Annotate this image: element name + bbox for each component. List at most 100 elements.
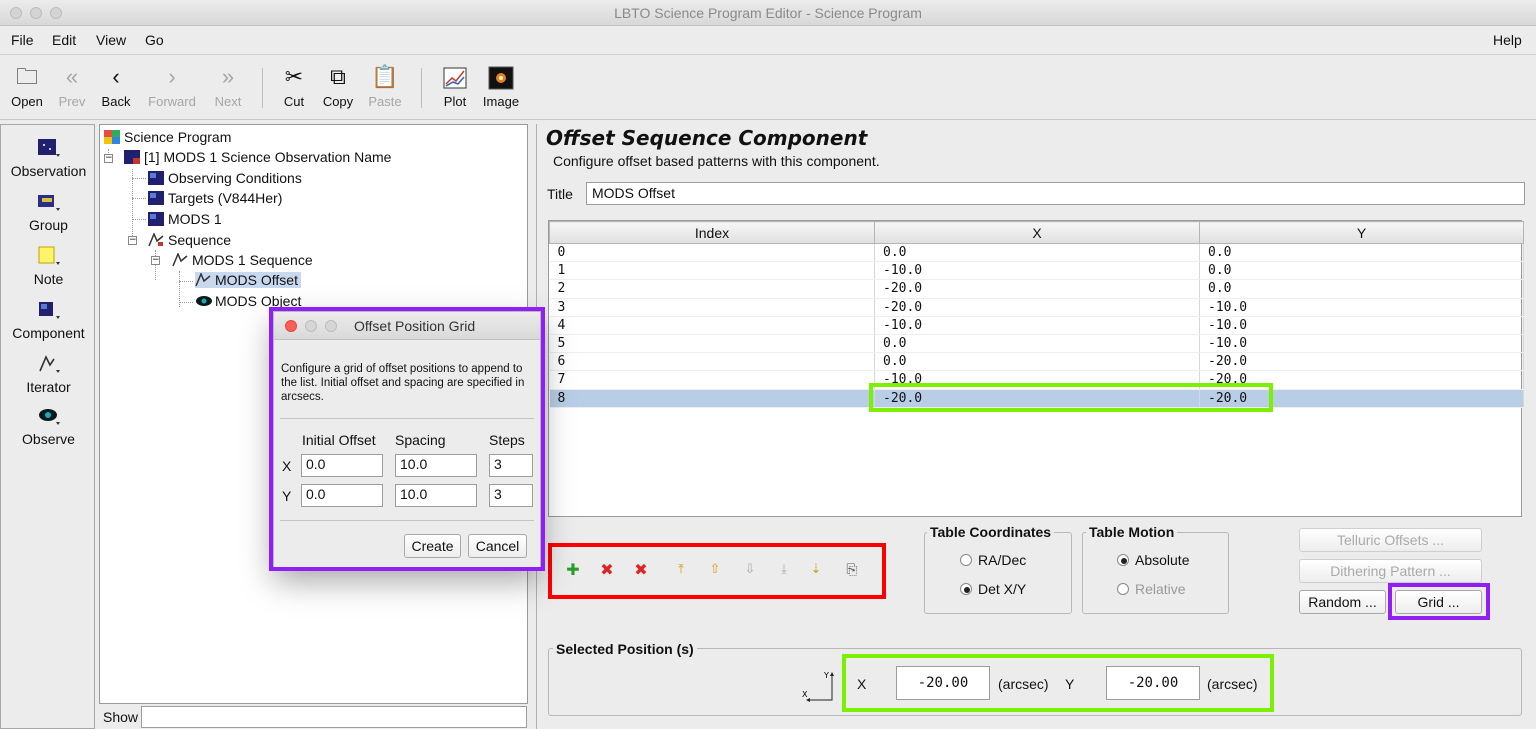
create-button[interactable]: Create <box>404 534 461 558</box>
cut-button[interactable]: ✂ Cut <box>278 60 310 118</box>
absolute-radio[interactable]: Absolute <box>1117 552 1189 568</box>
index-cell[interactable]: 4 <box>549 316 875 335</box>
y-steps-input[interactable]: 3 <box>489 484 533 507</box>
y-cell[interactable]: 0.0 <box>1199 261 1524 281</box>
menu-edit[interactable]: Edit <box>52 32 76 48</box>
table-row[interactable]: 8 -20.0 -20.0 <box>549 389 1524 408</box>
paste-button[interactable]: 📋 Paste <box>364 60 406 118</box>
plot-button[interactable]: Plot <box>438 60 472 118</box>
table-row[interactable]: 1 -10.0 0.0 <box>549 261 1524 281</box>
x-cell[interactable]: -10.0 <box>874 370 1200 390</box>
menu-file[interactable]: File <box>11 32 34 48</box>
x-steps-input[interactable]: 3 <box>489 454 533 477</box>
x-cell[interactable]: 0.0 <box>874 352 1200 372</box>
y-cell[interactable]: -10.0 <box>1199 334 1524 354</box>
collapse-toggle[interactable]: − <box>128 236 137 245</box>
index-cell[interactable]: 6 <box>549 352 875 372</box>
show-input[interactable] <box>141 706 527 728</box>
menu-go[interactable]: Go <box>145 32 164 48</box>
index-cell[interactable]: 5 <box>549 334 875 354</box>
move-top-icon[interactable]: ⤒ <box>671 559 691 581</box>
y-initial-offset-input[interactable]: 0.0 <box>301 484 383 507</box>
table-row[interactable]: 0 0.0 0.0 <box>549 243 1524 263</box>
palette-note[interactable]: Note <box>1 245 96 287</box>
selected-x-field[interactable]: -20.00 <box>896 666 990 700</box>
tree-node-observation[interactable]: [1] MODS 1 Science Observation Name <box>124 149 391 165</box>
column-header-index[interactable]: Index <box>549 221 875 244</box>
collapse-toggle[interactable]: − <box>104 154 113 163</box>
y-cell[interactable]: -10.0 <box>1199 316 1524 335</box>
y-cell[interactable]: -20.0 <box>1199 352 1524 372</box>
column-header-x[interactable]: X <box>874 221 1200 244</box>
palette-observation[interactable]: Observation <box>1 137 96 179</box>
y-cell[interactable]: -20.0 <box>1199 370 1524 390</box>
table-row[interactable]: 5 0.0 -10.0 <box>549 334 1524 354</box>
collapse-toggle[interactable]: − <box>151 256 160 265</box>
index-cell[interactable]: 7 <box>549 370 875 390</box>
add-row-icon[interactable]: ✚ <box>563 559 583 581</box>
index-cell[interactable]: 1 <box>549 261 875 281</box>
minimize-dialog-icon[interactable] <box>305 320 317 332</box>
y-cell[interactable]: -10.0 <box>1199 298 1524 317</box>
index-cell[interactable]: 0 <box>549 243 875 263</box>
x-cell[interactable]: 0.0 <box>874 243 1200 263</box>
move-up-icon[interactable]: ⇧ <box>705 559 725 581</box>
back-button[interactable]: ‹ Back <box>98 60 134 118</box>
x-cell[interactable]: -20.0 <box>874 279 1200 299</box>
palette-component[interactable]: Component <box>1 299 96 341</box>
tree-node-mods1[interactable]: MODS 1 <box>148 211 222 227</box>
move-bottom-icon[interactable]: ⤓ <box>774 559 794 581</box>
title-input[interactable]: MODS Offset <box>586 182 1525 205</box>
move-to-icon[interactable]: ⇣ <box>806 559 826 581</box>
open-button[interactable]: 🗀 Open <box>6 60 48 118</box>
image-button[interactable]: Image <box>480 60 522 118</box>
y-spacing-input[interactable]: 10.0 <box>395 484 477 507</box>
index-cell[interactable]: 2 <box>549 279 875 299</box>
tree-node-sequence[interactable]: Sequence <box>148 232 231 248</box>
x-cell[interactable]: -10.0 <box>874 316 1200 335</box>
y-cell[interactable]: -20.0 <box>1199 389 1524 408</box>
palette-group[interactable]: Group <box>1 191 96 233</box>
move-down-icon[interactable]: ⇩ <box>740 559 760 581</box>
det-xy-radio[interactable]: Det X/Y <box>960 581 1026 597</box>
delete-row-icon[interactable]: ✖ <box>597 559 617 581</box>
telluric-offsets-button[interactable]: Telluric Offsets ... <box>1299 528 1482 552</box>
x-cell[interactable]: -20.0 <box>874 389 1200 408</box>
y-cell[interactable]: 0.0 <box>1199 243 1524 263</box>
menu-view[interactable]: View <box>96 32 126 48</box>
tree-node-science-program[interactable]: Science Program <box>104 129 231 145</box>
random-button[interactable]: Random ... <box>1299 590 1386 614</box>
menu-help[interactable]: Help <box>1493 32 1522 48</box>
index-cell[interactable]: 3 <box>549 298 875 317</box>
table-row[interactable]: 4 -10.0 -10.0 <box>549 316 1524 335</box>
table-row[interactable]: 2 -20.0 0.0 <box>549 279 1524 299</box>
table-row[interactable]: 7 -10.0 -20.0 <box>549 370 1524 390</box>
x-spacing-input[interactable]: 10.0 <box>395 454 477 477</box>
palette-observe[interactable]: Observe <box>1 405 96 447</box>
index-cell[interactable]: 8 <box>549 389 875 408</box>
y-cell[interactable]: 0.0 <box>1199 279 1524 299</box>
relative-radio[interactable]: Relative <box>1117 581 1186 597</box>
dithering-pattern-button[interactable]: Dithering Pattern ... <box>1299 559 1482 583</box>
column-header-y[interactable]: Y <box>1199 221 1524 244</box>
x-cell[interactable]: -20.0 <box>874 298 1200 317</box>
prev-button[interactable]: «Prev <box>52 60 92 118</box>
grid-button[interactable]: Grid ... <box>1395 590 1482 614</box>
x-initial-offset-input[interactable]: 0.0 <box>301 454 383 477</box>
renumber-icon[interactable]: ⎘ <box>842 559 862 581</box>
zoom-dialog-icon[interactable] <box>325 320 337 332</box>
cancel-button[interactable]: Cancel <box>468 534 527 558</box>
table-row[interactable]: 3 -20.0 -10.0 <box>549 298 1524 317</box>
tree-node-observing-conditions[interactable]: Observing Conditions <box>148 170 302 186</box>
tree-node-mods1-sequence[interactable]: MODS 1 Sequence <box>172 252 313 268</box>
x-cell[interactable]: -10.0 <box>874 261 1200 281</box>
tree-node-mods-offset[interactable]: MODS Offset <box>195 272 301 288</box>
palette-iterator[interactable]: Iterator <box>1 353 96 395</box>
x-cell[interactable]: 0.0 <box>874 334 1200 354</box>
tree-node-targets[interactable]: Targets (V844Her) <box>148 190 282 206</box>
table-row[interactable]: 6 0.0 -20.0 <box>549 352 1524 372</box>
forward-button[interactable]: › Forward <box>143 60 201 118</box>
close-dialog-icon[interactable] <box>285 320 297 332</box>
copy-button[interactable]: ⧉ Copy <box>318 60 358 118</box>
delete-all-icon[interactable]: ✖ <box>631 559 651 581</box>
